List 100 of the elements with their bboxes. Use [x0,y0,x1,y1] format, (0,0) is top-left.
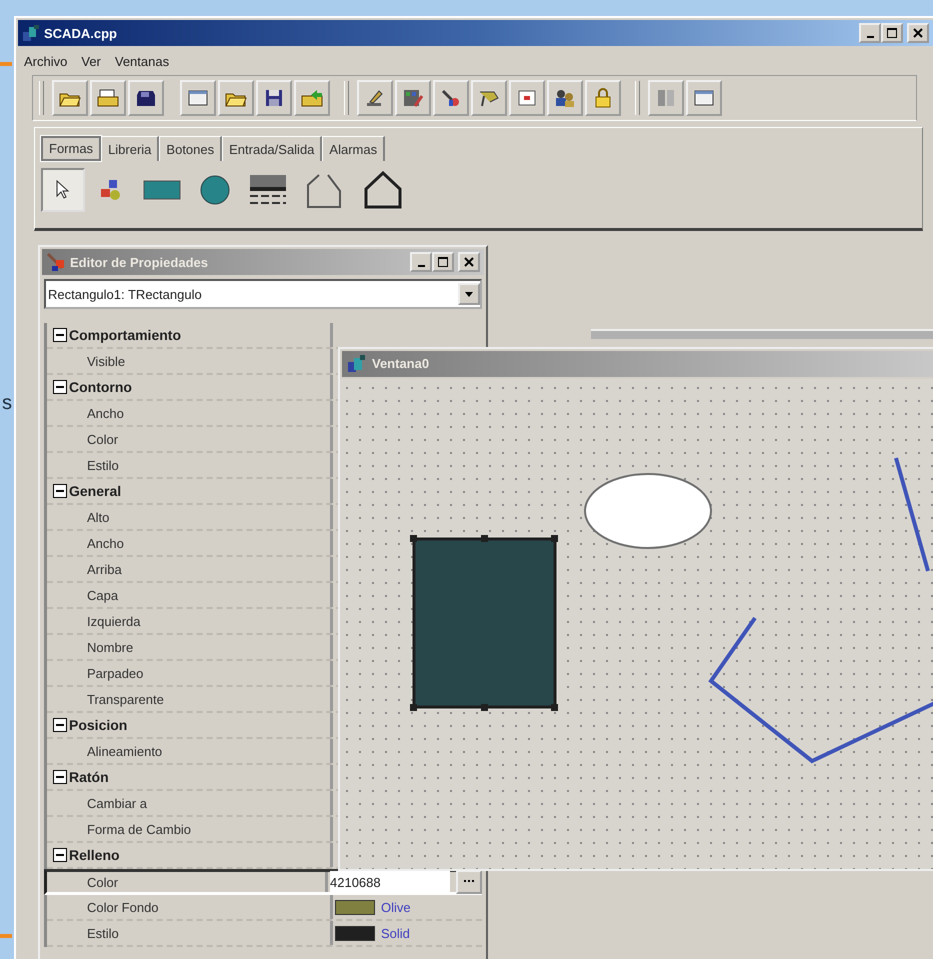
property-name: Cambiar a [86,796,147,810]
minimize-icon [866,36,874,38]
tab[interactable]: Entrada/Salida [222,136,322,161]
collapse-icon[interactable] [53,718,67,732]
folder-icon [301,88,323,108]
minimize-button[interactable] [410,252,432,272]
ellipse-shape[interactable] [584,472,712,548]
caret-icon [465,292,473,296]
polyline-shape[interactable] [708,616,933,763]
window-title: Ventana0 [372,356,430,372]
menu-item[interactable]: Archivo [24,54,68,69]
folder-icon [97,88,119,108]
toolbar-button[interactable] [547,80,583,116]
collapse-icon[interactable] [53,770,67,784]
maximize-button[interactable] [881,23,903,43]
minimize-button[interactable] [859,23,881,43]
toolbar-button[interactable] [686,80,722,116]
toolbar-button[interactable] [395,80,431,116]
property-name: Parpadeo [86,666,144,680]
tools-icon [46,252,66,272]
toolbar-button[interactable] [180,80,216,116]
maximize-icon [887,28,897,38]
window-icon [693,88,715,108]
toolbar-button[interactable] [90,80,126,116]
tab[interactable]: Libreria [101,136,160,161]
value-field[interactable]: 4210688 [330,871,450,893]
collapse-icon[interactable] [53,848,67,862]
property-name: Forma de Cambio [86,822,192,836]
property-name: Color [86,874,118,890]
wrench-icon [440,88,462,108]
window-icon [187,88,209,108]
close-icon [913,28,923,38]
pointer-icon [55,180,71,200]
property-row[interactable]: Estilo Solid [47,921,482,947]
property-name: Estilo [86,926,119,940]
category-label: Posicion [69,717,128,733]
property-name: Arriba [86,562,122,576]
menu-item[interactable]: Ventanas [114,54,170,69]
property-name: Alineamiento [86,744,162,758]
toolbar-button[interactable] [256,80,292,116]
toolbar-button[interactable] [433,80,469,116]
category-label: Ratón [69,769,109,785]
collapse-icon[interactable] [53,484,67,498]
panel-icon [655,88,677,108]
grid-icon [402,88,424,108]
toolbar-button[interactable] [471,80,507,116]
app-icon [22,24,40,42]
ellipsis-icon [464,880,474,884]
stop-icon [516,88,538,108]
property-name: Color [86,432,118,446]
rectangle-shape[interactable] [410,534,558,710]
toolbar-button[interactable] [218,80,254,116]
toolbar-button[interactable] [509,80,545,116]
minimize-icon [418,265,424,267]
property-name: Nombre [86,640,134,654]
maximize-icon [438,257,448,267]
window-title: SCADA.cpp [44,26,117,40]
category-label: Contorno [69,379,132,395]
circle-icon [199,174,231,206]
property-name: Ancho [86,406,124,420]
polygon-icon [363,171,403,209]
close-button[interactable] [907,23,929,43]
line-shape[interactable] [894,456,930,572]
category-label: Relleno [69,847,120,863]
toolbar-button[interactable] [357,80,393,116]
tab[interactable]: Alarmas [322,136,386,161]
window-title: Editor de Propiedades [70,254,208,270]
line-style-icon [249,174,287,206]
dropdown-button[interactable] [458,283,480,305]
tab[interactable]: Formas [41,136,102,161]
app-icon [346,354,368,374]
collapse-icon[interactable] [53,380,67,394]
category-label: General [69,483,122,499]
toolbar-button[interactable] [294,80,330,116]
category-label: Comportamiento [69,327,181,343]
property-name: Transparente [86,692,164,706]
property-name: Color Fondo [86,900,159,914]
property-name: Visible [86,354,126,368]
people-icon [554,88,576,108]
slide-letter: s [2,392,12,415]
floppy-icon [263,88,285,108]
menu-item[interactable]: Ver [81,54,101,69]
property-name: Ancho [86,536,124,550]
close-button[interactable] [458,252,480,272]
property-name: Izquierda [86,614,140,628]
property-value: Solid [381,926,410,940]
property-name: Estilo [86,458,119,472]
tool-button[interactable] [41,168,85,212]
property-row[interactable]: Color Fondo Olive [47,895,482,921]
toolbar-button[interactable] [52,80,88,116]
maximize-button[interactable] [432,252,454,272]
close-icon [464,257,474,267]
collapse-icon[interactable] [53,328,67,342]
object-dropdown[interactable]: Rectangulo1: TRectangulo [44,279,482,309]
toolbar-button[interactable] [128,80,164,116]
property-name: Capa [86,588,118,602]
rectangle-icon [143,178,181,202]
property-value: Olive [381,900,411,914]
property-name: Alto [86,510,110,524]
tab[interactable]: Botones [159,136,222,161]
